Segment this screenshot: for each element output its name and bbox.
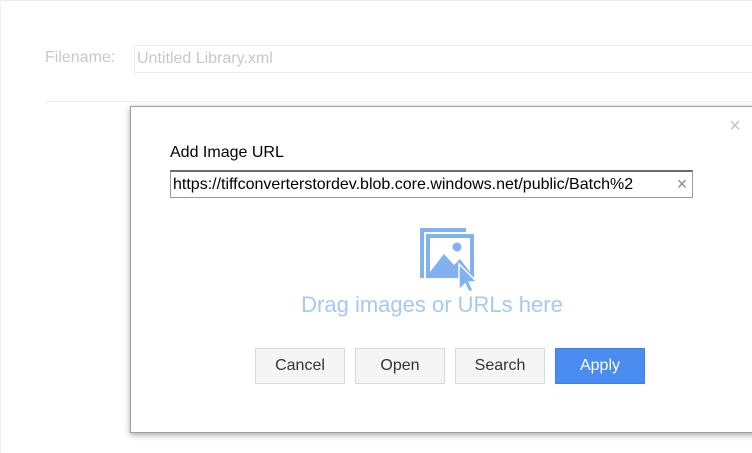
cancel-button[interactable]: Cancel bbox=[255, 348, 345, 384]
dialog-title: Add Image URL bbox=[170, 144, 284, 161]
add-image-url-dialog: × Add Image URL × Drag images or URLs he… bbox=[130, 106, 752, 433]
search-button[interactable]: Search bbox=[455, 348, 545, 384]
filename-label: Filename: bbox=[45, 49, 116, 66]
sun-shape bbox=[452, 242, 462, 252]
apply-button[interactable]: Apply bbox=[555, 348, 645, 384]
close-icon[interactable]: × bbox=[727, 116, 743, 136]
drop-zone-text: Drag images or URLs here bbox=[301, 292, 563, 317]
url-field: × bbox=[170, 170, 693, 198]
clear-icon[interactable]: × bbox=[675, 173, 689, 195]
image-drop-icon[interactable] bbox=[414, 220, 480, 292]
url-input[interactable] bbox=[171, 172, 673, 197]
divider bbox=[45, 101, 752, 102]
filename-input[interactable] bbox=[134, 45, 752, 73]
app-page: Filename: × Add Image URL × Drag images … bbox=[0, 0, 752, 453]
open-button[interactable]: Open bbox=[355, 348, 445, 384]
